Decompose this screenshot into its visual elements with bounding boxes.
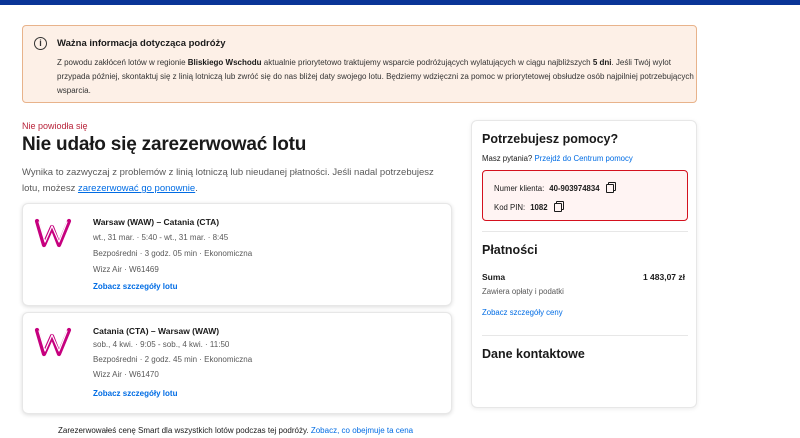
wizz-air-logo bbox=[34, 218, 72, 248]
flight-card: Warsaw (WAW) – Catania (CTA) wt., 31 mar… bbox=[22, 203, 452, 306]
alert-body-text: Z powodu zakłóceń lotów w regionie bbox=[57, 58, 188, 67]
flight-details-link[interactable]: Zobacz szczegóły lotu bbox=[93, 282, 177, 291]
customer-number-label: Numer klienta: bbox=[494, 184, 545, 193]
alert-title: Ważna informacja dotycząca podróży bbox=[57, 38, 226, 49]
price-details-link[interactable]: Zobacz szczegóły ceny bbox=[482, 308, 563, 317]
booking-summary-panel: Potrzebujesz pomocy? Masz pytania? Przej… bbox=[471, 120, 697, 408]
help-title: Potrzebujesz pomocy? bbox=[482, 132, 619, 146]
rebook-link[interactable]: zarezerwować go ponownie bbox=[78, 183, 195, 194]
customer-number: 40-903974834 bbox=[549, 184, 600, 193]
divider bbox=[482, 335, 688, 336]
flight-card: Catania (CTA) – Warsaw (WAW) sob., 4 kwi… bbox=[22, 312, 452, 414]
copy-icon[interactable] bbox=[605, 182, 616, 193]
help-question: Masz pytania? Przejdź do Centrum pomocy bbox=[482, 154, 633, 163]
top-brand-bar bbox=[0, 0, 800, 5]
pin-label: Kod PIN: bbox=[494, 203, 526, 212]
flight-route: Warsaw (WAW) – Catania (CTA) bbox=[93, 217, 220, 227]
flight-airline: Wizz Air · W61469 bbox=[93, 265, 159, 274]
page-title: Nie udało się zarezerwować lotu bbox=[22, 134, 307, 155]
sum-note: Zawiera opłaty i podatki bbox=[482, 287, 564, 296]
status-label: Nie powiodła się bbox=[22, 121, 88, 131]
flight-info: Bezpośredni · 2 godz. 45 min · Ekonomicz… bbox=[93, 355, 253, 364]
help-center-link[interactable]: Przejdź do Centrum pomocy bbox=[534, 154, 632, 163]
copy-icon[interactable] bbox=[553, 201, 564, 212]
error-description: Wynika to zazwyczaj z problemów z linią … bbox=[22, 165, 442, 197]
alert-body: Z powodu zakłóceń lotów w regionie Blisk… bbox=[57, 56, 697, 98]
flight-route: Catania (CTA) – Warsaw (WAW) bbox=[93, 326, 220, 336]
fare-note: Zarezerwowałeś cenę Smart dla wszystkich… bbox=[58, 426, 413, 435]
flight-details-link[interactable]: Zobacz szczegóły lotu bbox=[93, 389, 177, 398]
alert-body-text: aktualnie priorytetowo traktujemy wsparc… bbox=[261, 58, 593, 67]
payments-title: Płatności bbox=[482, 243, 538, 257]
flight-info: Bezpośredni · 3 godz. 05 min · Ekonomicz… bbox=[93, 249, 253, 258]
fare-note-text: Zarezerwowałeś cenę Smart dla wszystkich… bbox=[58, 426, 311, 435]
alert-days: 5 dni bbox=[592, 58, 612, 67]
alert-region: Bliskiego Wschodu bbox=[187, 58, 262, 67]
customer-ids-box: Numer klienta: 40-903974834 Kod PIN: 1082 bbox=[482, 170, 688, 221]
customer-number-row: Numer klienta: 40-903974834 bbox=[494, 182, 616, 193]
flight-times: wt., 31 mar. · 5:40 - wt., 31 mar. · 8:4… bbox=[93, 233, 229, 242]
sum-value: 1 483,07 zł bbox=[642, 272, 685, 282]
help-question-text: Masz pytania? bbox=[482, 154, 533, 163]
contact-title: Dane kontaktowe bbox=[482, 347, 585, 361]
divider bbox=[482, 231, 688, 232]
flight-times: sob., 4 kwi. · 9:05 - sob., 4 kwi. · 11:… bbox=[93, 340, 230, 349]
flight-airline: Wizz Air · W61470 bbox=[93, 370, 159, 379]
sum-label: Suma bbox=[482, 272, 506, 282]
pin-row: Kod PIN: 1082 bbox=[494, 201, 564, 212]
fare-details-link[interactable]: Zobacz, co obejmuje ta cena bbox=[311, 426, 413, 435]
travel-alert-banner: i Ważna informacja dotycząca podróży Z p… bbox=[22, 25, 697, 103]
info-icon: i bbox=[34, 37, 47, 50]
pin-code: 1082 bbox=[530, 203, 548, 212]
error-description-text: . bbox=[195, 183, 198, 194]
wizz-air-logo bbox=[34, 327, 72, 357]
